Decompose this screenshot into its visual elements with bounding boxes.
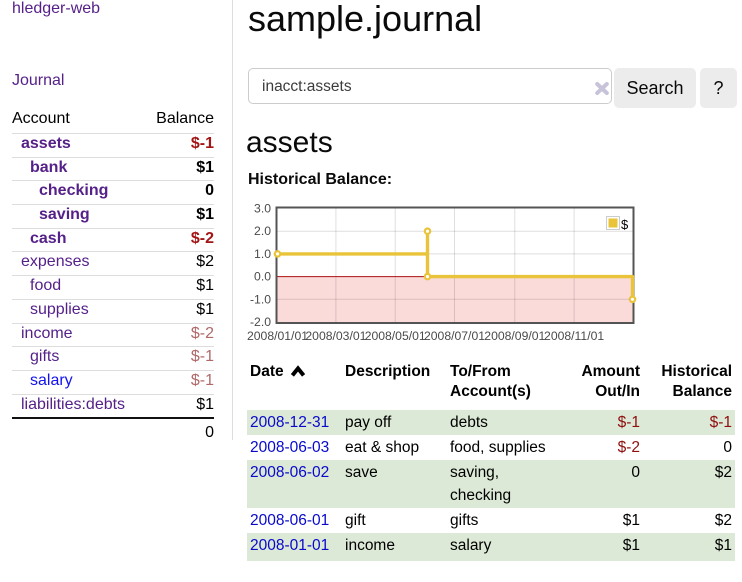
svg-text:2.0: 2.0	[254, 224, 271, 238]
svg-text:2008/05/01: 2008/05/01	[365, 329, 426, 343]
svg-text:1.0: 1.0	[254, 247, 271, 261]
svg-text:2008/11/01: 2008/11/01	[544, 329, 604, 343]
svg-text:2008/01/01: 2008/01/01	[247, 329, 308, 343]
svg-text:-2.0: -2.0	[250, 315, 271, 329]
svg-text:-1.0: -1.0	[250, 292, 271, 306]
svg-text:2008/09/01: 2008/09/01	[484, 329, 545, 343]
svg-text:3.0: 3.0	[254, 202, 271, 216]
svg-text:2008/07/01: 2008/07/01	[424, 329, 485, 343]
svg-text:$: $	[621, 217, 629, 232]
svg-text:2008/03/01: 2008/03/01	[305, 329, 366, 343]
svg-text:0.0: 0.0	[254, 270, 271, 284]
